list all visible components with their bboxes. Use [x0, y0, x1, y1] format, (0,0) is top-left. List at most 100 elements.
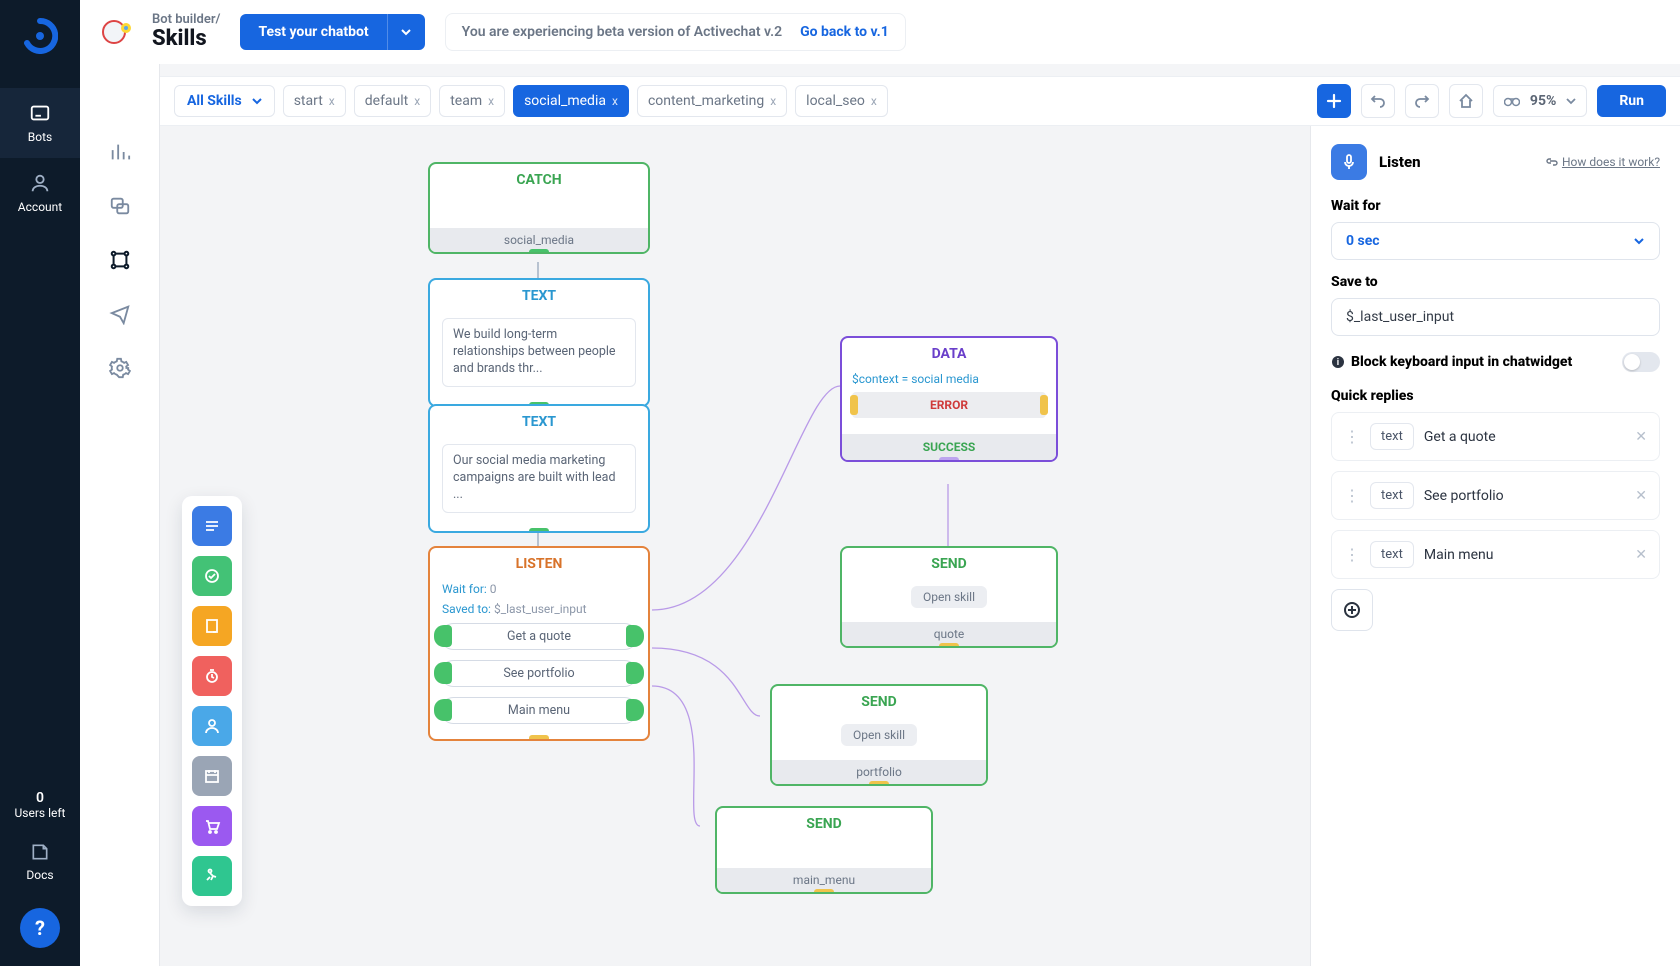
- quick-reply-node[interactable]: Main menu: [440, 697, 638, 724]
- settings-icon[interactable]: [108, 356, 132, 380]
- nav-account-label: Account: [18, 200, 62, 214]
- nav-account[interactable]: Account: [0, 158, 80, 228]
- node-text-1[interactable]: TEXT We build long-term relationships be…: [428, 278, 650, 407]
- quick-reply-node[interactable]: See portfolio: [440, 660, 638, 687]
- node-error: ERROR: [852, 392, 1046, 418]
- block-keyboard-toggle[interactable]: [1622, 352, 1660, 372]
- save-to-label: Save to: [1331, 274, 1660, 290]
- quick-reply-item[interactable]: ⋮ text Get a quote ✕: [1331, 412, 1660, 461]
- node-send-portfolio[interactable]: SEND Open skill portfolio: [770, 684, 988, 786]
- node-send-quote[interactable]: SEND Open skill quote: [840, 546, 1058, 648]
- wait-for-select[interactable]: 0 sec: [1331, 222, 1660, 260]
- node-catch[interactable]: CATCH social_media: [428, 162, 650, 254]
- palette-action[interactable]: [192, 556, 232, 596]
- back-to-v1-link[interactable]: Go back to v.1: [800, 24, 889, 40]
- chevron-down-icon: [252, 96, 262, 106]
- node-footer: social_media: [430, 228, 648, 252]
- quick-reply-item[interactable]: ⋮textMain menu✕: [1331, 530, 1660, 579]
- tab-content_marketing[interactable]: content_marketingx: [637, 85, 787, 117]
- tab-close-icon[interactable]: x: [770, 94, 776, 108]
- tab-local_seo[interactable]: local_seox: [795, 85, 888, 117]
- tab-close-icon[interactable]: x: [329, 94, 335, 108]
- tab-close-icon[interactable]: x: [612, 94, 618, 108]
- home-button[interactable]: [1449, 84, 1483, 118]
- redo-button[interactable]: [1405, 84, 1439, 118]
- remove-reply-icon[interactable]: ✕: [1635, 547, 1647, 563]
- drag-handle-icon[interactable]: ⋮: [1344, 545, 1360, 564]
- reply-type[interactable]: text: [1370, 482, 1414, 509]
- add-skill-button[interactable]: [1317, 84, 1351, 118]
- remove-reply-icon[interactable]: ✕: [1635, 488, 1647, 504]
- header: Bot builder/ Skills Test your chatbot Yo…: [80, 0, 1680, 64]
- node-title: SEND: [717, 808, 931, 838]
- flow-icon[interactable]: [108, 248, 132, 272]
- beta-message: You are experiencing beta version of Act…: [462, 24, 782, 40]
- node-success: SUCCESS: [842, 434, 1056, 460]
- help-link[interactable]: How does it work?: [1546, 155, 1660, 169]
- nav-docs[interactable]: Docs: [26, 830, 53, 894]
- help-button[interactable]: ?: [20, 908, 60, 948]
- reply-text: Get a quote: [1424, 429, 1625, 445]
- quick-reply-item[interactable]: ⋮ text See portfolio ✕: [1331, 471, 1660, 520]
- inspector-panel: Listen How does it work? Wait for 0 sec …: [1310, 126, 1680, 966]
- quick-reply-node[interactable]: Get a quote: [440, 623, 638, 650]
- palette-cart[interactable]: [192, 806, 232, 846]
- link-icon: [1546, 156, 1558, 168]
- secondary-sidebar: [80, 0, 160, 966]
- remove-reply-icon[interactable]: ✕: [1635, 429, 1647, 445]
- palette-data[interactable]: [192, 606, 232, 646]
- palette-run[interactable]: [192, 856, 232, 896]
- node-listen[interactable]: LISTEN Wait for: 0 Saved to: $_last_user…: [428, 546, 650, 741]
- tab-all-label: All Skills: [187, 93, 242, 109]
- chevron-down-icon: [1633, 235, 1645, 247]
- palette-timer[interactable]: [192, 656, 232, 696]
- node-pill: Open skill: [841, 724, 917, 746]
- beta-banner: You are experiencing beta version of Act…: [445, 13, 906, 51]
- save-to-input[interactable]: [1331, 298, 1660, 336]
- test-chatbot-dropdown[interactable]: [387, 14, 425, 50]
- page-title: Skills: [152, 27, 220, 51]
- nav-bots[interactable]: Bots: [0, 88, 80, 158]
- palette-calendar[interactable]: [192, 756, 232, 796]
- reply-type[interactable]: text: [1370, 423, 1414, 450]
- reply-text: See portfolio: [1424, 488, 1625, 504]
- tab-social_media[interactable]: social_mediax: [513, 85, 629, 117]
- node-title: TEXT: [430, 406, 648, 436]
- reply-type[interactable]: text: [1370, 541, 1414, 568]
- test-chatbot-label[interactable]: Test your chatbot: [240, 14, 386, 50]
- add-reply-button[interactable]: [1331, 589, 1373, 631]
- brand-badge: [98, 12, 138, 52]
- broadcast-icon[interactable]: [108, 302, 132, 326]
- node-title: DATA: [842, 338, 1056, 368]
- stats-icon[interactable]: [108, 140, 132, 164]
- users-left-number: 0: [15, 790, 66, 806]
- undo-button[interactable]: [1361, 84, 1395, 118]
- node-text-2[interactable]: TEXT Our social media marketing campaign…: [428, 404, 650, 533]
- block-keyboard-label: i Block keyboard input in chatwidget: [1331, 354, 1572, 370]
- tab-close-icon[interactable]: x: [488, 94, 494, 108]
- palette-user[interactable]: [192, 706, 232, 746]
- panel-title: Listen: [1379, 153, 1421, 171]
- test-chatbot-button[interactable]: Test your chatbot: [240, 14, 424, 50]
- tab-start[interactable]: startx: [283, 85, 346, 117]
- drag-handle-icon[interactable]: ⋮: [1344, 486, 1360, 505]
- palette-text[interactable]: [192, 506, 232, 546]
- wait-for-value: 0 sec: [1346, 233, 1380, 249]
- users-left-counter: 0 Users left: [15, 780, 66, 830]
- node-footer: main_menu: [717, 868, 931, 892]
- tab-team[interactable]: teamx: [439, 85, 505, 117]
- drag-handle-icon[interactable]: ⋮: [1344, 427, 1360, 446]
- tab-close-icon[interactable]: x: [871, 94, 877, 108]
- tab-default[interactable]: defaultx: [354, 85, 431, 117]
- node-data[interactable]: DATA $context = social media ERROR SUCCE…: [840, 336, 1058, 462]
- node-body: Our social media marketing campaigns are…: [442, 444, 636, 513]
- tab-close-icon[interactable]: x: [414, 94, 420, 108]
- run-button[interactable]: Run: [1597, 85, 1666, 117]
- zoom-control[interactable]: 95%: [1493, 85, 1587, 117]
- nav-bots-label: Bots: [28, 130, 52, 144]
- node-send-mainmenu[interactable]: SEND main_menu: [715, 806, 933, 894]
- info-icon: i: [1331, 355, 1345, 369]
- tab-all-skills[interactable]: All Skills: [174, 85, 275, 117]
- listen-icon: [1331, 144, 1367, 180]
- chat-icon[interactable]: [108, 194, 132, 218]
